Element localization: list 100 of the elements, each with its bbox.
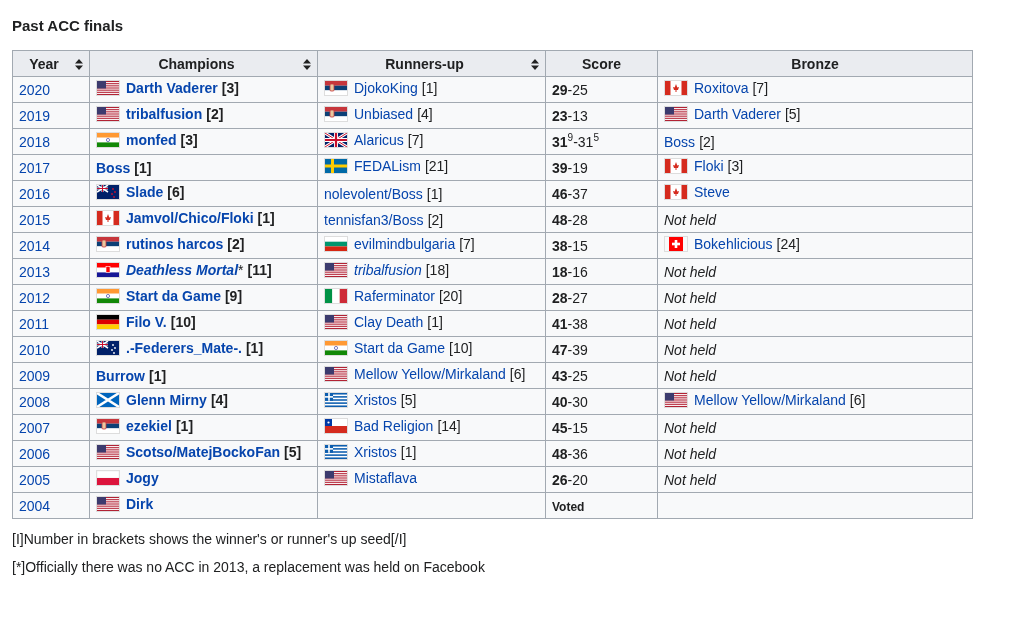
year-link[interactable]: 2010 [19,341,51,358]
year-link[interactable]: 2020 [19,81,51,98]
year-link[interactable]: 2005 [19,471,51,488]
not-held-text: Not held [664,211,717,228]
score-text: 48-28 [552,211,588,228]
year-link[interactable]: 2008 [19,393,51,410]
player-link[interactable]: Floki [694,158,724,174]
player-link[interactable]: nolevolent/Boss [324,185,423,202]
player-link[interactable]: Deathless Mortal [126,262,239,278]
player-link[interactable]: tribalfusion [354,262,422,278]
player-link[interactable]: ezekiel [126,418,172,434]
player-link[interactable]: Mellow Yellow/Mirkaland [694,392,846,408]
score-text: 38-15 [552,237,588,254]
player-link[interactable]: Steve [694,184,730,200]
seed-label: [1] [245,340,264,356]
year-link[interactable]: 2016 [19,185,51,202]
player-link[interactable]: Slade [126,184,164,200]
sort-icon[interactable] [531,59,539,70]
year-link[interactable]: 2004 [19,497,51,514]
player-link[interactable]: Bokehlicious [694,236,773,252]
seed-label: [6] [509,366,526,382]
flag-icon [96,392,120,408]
year-link[interactable]: 2014 [19,237,51,254]
player-link[interactable]: Bad Religion [354,418,434,434]
seed-label: [9] [224,288,243,304]
player-link[interactable]: Scotso/MatejBockoFan [126,444,281,460]
year-link[interactable]: 2015 [19,211,51,228]
player-link[interactable]: Filo V. [126,314,167,330]
year-link[interactable]: 2019 [19,107,51,124]
player-link[interactable]: Jogy [126,470,159,486]
seed-label: [1] [421,80,438,96]
flag-icon [324,418,348,434]
player-link[interactable]: tennisfan3/Boss [324,211,424,228]
seed-label: [11] [247,262,272,278]
year-link[interactable]: 2007 [19,419,51,436]
player-link[interactable]: Burrow [96,367,145,384]
player-link[interactable]: Alaricus [354,132,404,148]
seed-label: [21] [424,158,449,174]
year-link[interactable]: 2017 [19,159,51,176]
flag-icon [664,106,688,122]
player-link[interactable]: Unbiased [354,106,414,122]
column-header[interactable]: Runners-up [317,50,546,77]
seed-label: [1] [400,444,417,460]
player-link[interactable]: tribalfusion [126,106,203,122]
flag-icon [324,314,348,330]
player-link[interactable]: Mellow Yellow/Mirkaland [354,366,506,382]
score-text: 43-25 [552,367,588,384]
player-link[interactable]: Boss [96,159,131,176]
seed-label: [1] [175,418,194,434]
player-link[interactable]: Darth Vaderer [126,80,218,96]
player-link[interactable]: Mistaflava [354,470,418,486]
player-link[interactable]: Xristos [354,444,397,460]
player-link[interactable]: evilmindbulgaria [354,236,456,252]
player-link[interactable]: Boss [664,133,696,150]
player-link[interactable]: FEDALism [354,158,421,174]
sort-icon[interactable] [303,59,311,70]
flag-icon [96,340,120,356]
flag-icon [324,340,348,356]
score-text: 46-37 [552,185,588,202]
player-link[interactable]: rutinos harcos [126,236,224,252]
player-link[interactable]: Clay Death [354,314,424,330]
year-link[interactable]: 2013 [19,263,51,280]
column-header[interactable]: Year [12,50,90,77]
player-link[interactable]: Roxitova [694,80,749,96]
score-text: 39-19 [552,159,588,176]
seed-label: [7] [459,236,475,252]
year-link[interactable]: 2018 [19,133,51,150]
flag-icon [664,158,688,174]
player-link[interactable]: Raferminator [354,288,435,304]
flag-icon [664,236,688,252]
player-link[interactable]: Darth Vaderer [694,106,781,122]
seed-label: [20] [438,288,463,304]
sort-icon[interactable] [75,59,83,70]
flag-icon [324,366,348,382]
column-header[interactable]: Champions [89,50,318,77]
player-link[interactable]: Xristos [354,392,397,408]
year-link[interactable]: 2009 [19,367,51,384]
seed-label: [10] [449,340,473,356]
player-link[interactable]: Start da Game [126,288,221,304]
seed-label: [2] [206,106,224,122]
flag-icon [324,288,348,304]
year-link[interactable]: 2011 [19,315,50,332]
score-text: 31$^{9}$-31$^{5}$ [552,133,599,150]
player-link[interactable]: monfed [126,132,177,148]
player-link[interactable]: Glenn Mirny [126,392,207,408]
player-link[interactable]: Jamvol/Chico/Floki [126,210,254,226]
not-held-text: Not held [664,289,717,306]
player-link[interactable]: .-Federers_Mate-. [126,340,242,356]
flag-icon [324,444,348,460]
score-text: 47-39 [552,341,588,358]
score-text: 23-13 [552,107,588,124]
flag-icon [324,262,348,278]
flag-icon [96,418,120,434]
score-text: 45-15 [552,419,588,436]
player-link[interactable]: Dirk [126,496,154,512]
year-link[interactable]: 2012 [19,289,51,306]
year-link[interactable]: 2006 [19,445,51,462]
seed-label: [5] [784,106,801,122]
player-link[interactable]: Start da Game [354,340,446,356]
player-link[interactable]: DjokoKing [354,80,418,96]
